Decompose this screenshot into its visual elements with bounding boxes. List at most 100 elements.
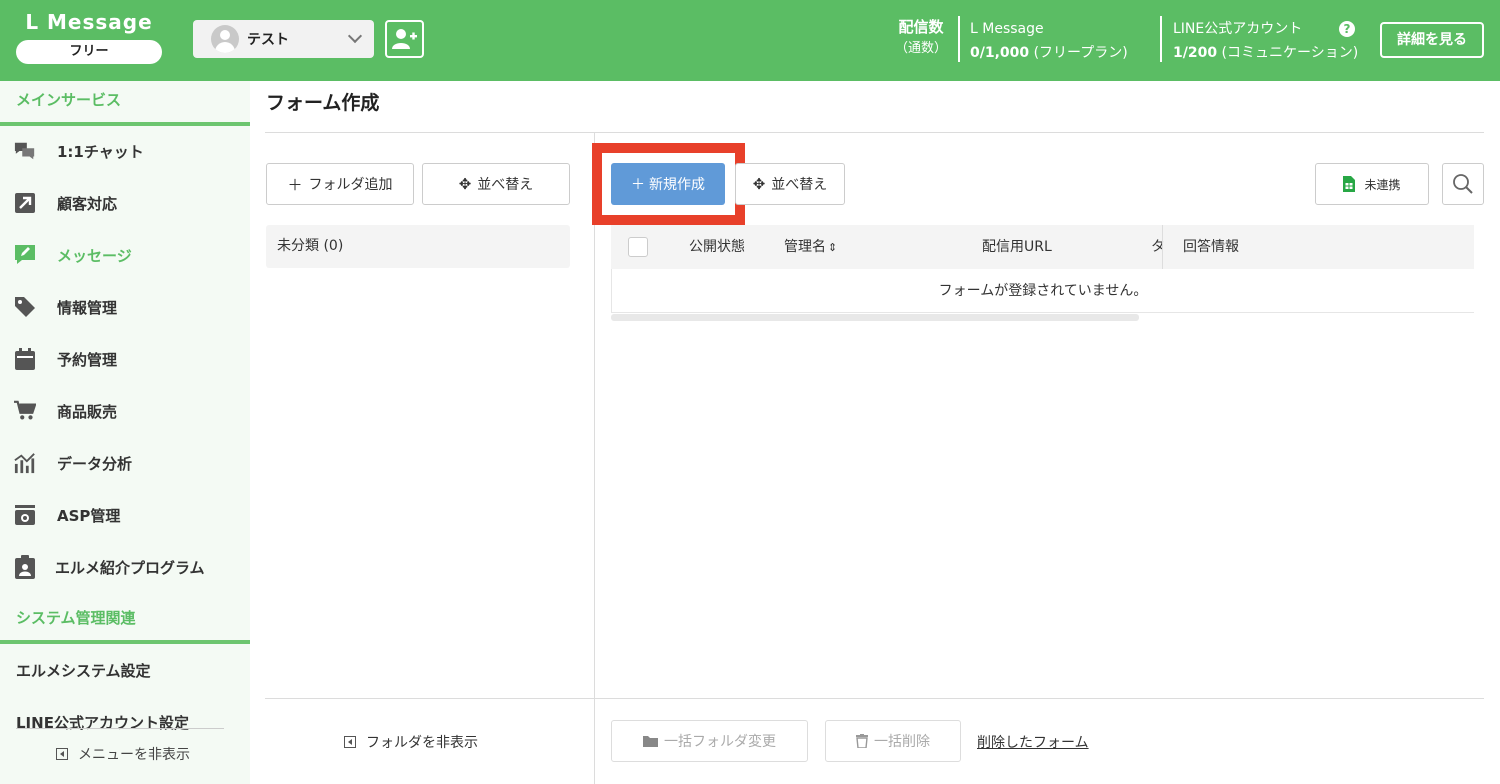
plan-badge: フリー	[16, 40, 162, 64]
top-header: L Message フリー テスト 配信数 （通数） L Message 0/1…	[0, 0, 1500, 81]
bulk-folder-change-label: 一括フォルダ変更	[664, 734, 776, 750]
divider	[16, 728, 224, 729]
sort-label: 並べ替え	[477, 177, 534, 193]
tag-icon	[14, 296, 36, 318]
trash-icon	[856, 734, 868, 748]
new-create-button[interactable]: ＋ 新規作成	[611, 163, 725, 205]
stats-title-label: 配信数	[898, 18, 944, 36]
empty-message: フォームが登録されていません。	[611, 269, 1474, 313]
sidebar-item-label: 1:1チャット	[57, 142, 144, 161]
plus-icon: ＋	[631, 177, 645, 193]
bulk-folder-change-button[interactable]: 一括フォルダ変更	[611, 720, 808, 762]
message-edit-icon	[14, 244, 36, 266]
chevron-down-icon	[347, 28, 363, 44]
move-icon: ✥	[752, 175, 766, 193]
hide-menu-button[interactable]: メニューを非表示	[56, 744, 190, 764]
collapse-icon	[344, 736, 356, 748]
line-value: 1/200	[1173, 45, 1218, 61]
move-icon: ✥	[458, 175, 472, 193]
folder-sort-button[interactable]: ✥ 並べ替え	[422, 163, 570, 205]
column-divider	[1162, 225, 1163, 269]
line-account-settings-link[interactable]: LINE公式アカウント設定	[16, 712, 189, 733]
unlinked-label: 未連携	[1364, 177, 1401, 192]
asp-icon	[14, 504, 36, 526]
sidebar-item-analytics[interactable]: データ分析	[0, 443, 250, 483]
divider	[265, 698, 1484, 699]
system-section-title: システム管理関連	[16, 609, 136, 627]
clipboard-user-icon	[14, 555, 36, 579]
divider	[594, 132, 595, 784]
table-header: 公開状態 管理名 ⇕ 配信用URL タ 回答情報	[611, 225, 1474, 269]
section-bar	[0, 122, 250, 126]
lmessage-plan: (フリープラン)	[1033, 45, 1128, 61]
sidebar-item-reservation[interactable]: 予約管理	[0, 339, 250, 379]
add-user-button[interactable]	[385, 20, 424, 58]
bulk-delete-button[interactable]: 一括削除	[825, 720, 961, 762]
search-icon	[1453, 174, 1473, 194]
account-name: テスト	[247, 32, 289, 48]
lmessage-stats: L Message 0/1,000 (フリープラン)	[970, 17, 1128, 65]
account-select[interactable]: テスト	[193, 20, 374, 58]
lmessage-label: L Message	[970, 21, 1044, 37]
add-folder-button[interactable]: ＋ フォルダ追加	[266, 163, 414, 205]
sidebar-item-sales[interactable]: 商品販売	[0, 391, 250, 431]
section-bar	[0, 640, 250, 644]
line-plan: (コミュニケーション)	[1221, 45, 1359, 61]
avatar	[211, 25, 239, 53]
add-user-icon	[391, 29, 417, 49]
column-url: 配信用URL	[982, 239, 1052, 255]
sidebar-item-chat[interactable]: 1:1チャット	[0, 131, 250, 171]
sidebar-item-customer[interactable]: 顧客対応	[0, 183, 250, 223]
sort-label: 並べ替え	[771, 177, 828, 193]
line-stats: LINE公式アカウント 1/200 (コミュニケーション)	[1173, 17, 1358, 65]
sidebar-item-asp[interactable]: ASP管理	[0, 495, 250, 535]
divider	[1160, 16, 1162, 62]
stats-title-sub: （通数）	[894, 41, 947, 56]
column-name[interactable]: 管理名 ⇕	[784, 225, 837, 269]
page-title: フォーム作成	[266, 92, 380, 114]
unlinked-button[interactable]: 未連携	[1315, 163, 1429, 205]
plus-icon: ＋	[287, 175, 303, 194]
new-create-label: 新規作成	[649, 177, 705, 193]
system-settings-link[interactable]: エルメシステム設定	[16, 660, 151, 681]
sidebar-item-label: メッセージ	[57, 246, 132, 265]
column-name-label: 管理名	[784, 239, 826, 255]
divider	[958, 16, 960, 62]
sidebar: メインサービス 1:1チャット 顧客対応 メッセージ 情報管理 予約管理 商品販…	[0, 81, 250, 784]
folder-item-uncategorized[interactable]: 未分類 (0)	[266, 225, 570, 268]
sidebar-item-label: エルメ紹介プログラム	[55, 558, 205, 577]
calendar-icon	[14, 348, 36, 370]
sidebar-item-referral[interactable]: エルメ紹介プログラム	[0, 547, 250, 587]
chat-icon	[14, 140, 36, 162]
cart-icon	[14, 400, 36, 422]
spreadsheet-icon	[1343, 176, 1356, 192]
form-sort-button[interactable]: ✥ 並べ替え	[735, 163, 845, 205]
hide-folder-button[interactable]: フォルダを非表示	[344, 732, 478, 752]
select-all-checkbox[interactable]	[628, 237, 648, 257]
sidebar-item-info[interactable]: 情報管理	[0, 287, 250, 327]
horizontal-scrollbar[interactable]	[611, 314, 1139, 321]
stats-title: 配信数 （通数）	[890, 16, 952, 60]
sort-icon: ⇕	[828, 241, 838, 254]
collapse-icon	[56, 748, 68, 760]
logo[interactable]: L Message フリー	[16, 8, 162, 64]
divider	[265, 132, 1484, 133]
line-label: LINE公式アカウント	[1173, 21, 1303, 37]
column-answers: 回答情報	[1183, 239, 1239, 255]
search-button[interactable]	[1442, 163, 1484, 205]
deleted-forms-link[interactable]: 削除したフォーム	[977, 732, 1089, 752]
arrow-up-right-icon	[14, 192, 36, 214]
sidebar-item-label: 商品販売	[57, 402, 118, 421]
sidebar-item-label: 顧客対応	[57, 194, 118, 213]
hide-menu-label: メニューを非表示	[78, 747, 190, 763]
sidebar-item-label: ASP管理	[57, 506, 121, 525]
sidebar-item-message[interactable]: メッセージ	[0, 235, 250, 275]
main-section-title: メインサービス	[16, 91, 122, 109]
logo-title: L Message	[25, 10, 153, 34]
folder-icon	[643, 736, 658, 747]
detail-button[interactable]: 詳細を見る	[1380, 22, 1484, 58]
bulk-delete-label: 一括削除	[874, 734, 930, 750]
column-status: 公開状態	[689, 239, 745, 255]
help-icon[interactable]: ?	[1339, 21, 1355, 37]
sidebar-item-label: 情報管理	[57, 298, 118, 317]
